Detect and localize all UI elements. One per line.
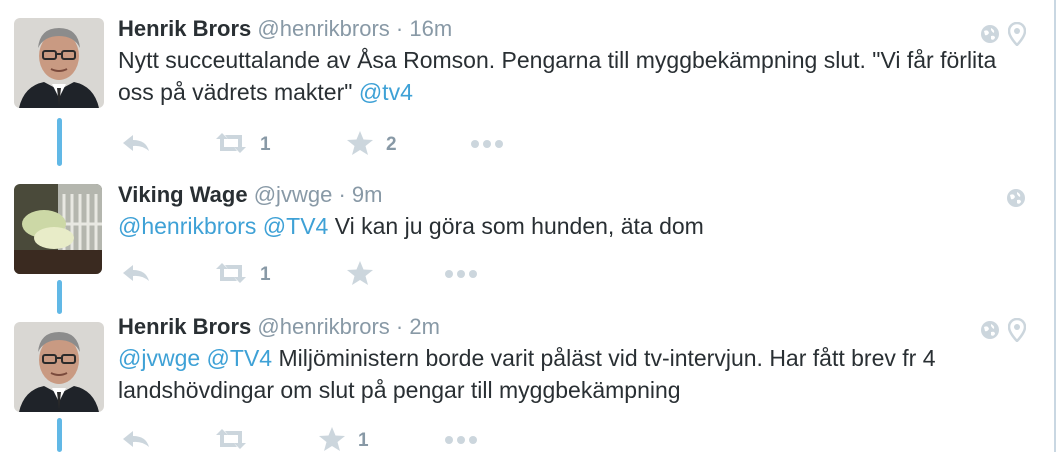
mention-link[interactable]: @TV4 xyxy=(263,213,329,239)
retweet-count: 1 xyxy=(260,134,271,155)
tweet-text: Nytt succeuttalande av Åsa Romson. Penga… xyxy=(118,44,1028,108)
tweet-actions: 1 2 xyxy=(118,130,618,160)
reply-icon xyxy=(120,262,152,289)
reply-icon xyxy=(120,132,152,159)
more-button[interactable] xyxy=(444,260,478,290)
tweet-header: Henrik Brors @henrikbrors · 16m xyxy=(118,16,452,42)
tweet-text: @henrikbrors @TV4 Vi kan ju göra som hun… xyxy=(118,210,1028,242)
mention-link[interactable]: @jvwge xyxy=(118,345,200,371)
author-handle[interactable]: @henrikbrors xyxy=(257,16,389,41)
retweet-button[interactable]: 1 xyxy=(214,130,271,160)
star-icon xyxy=(346,260,374,291)
more-dots-icon xyxy=(444,432,478,450)
mention-link[interactable]: @tv4 xyxy=(359,79,413,105)
favorite-count: 2 xyxy=(386,134,397,155)
tweet-text-segment: Vi kan ju göra som hunden, äta dom xyxy=(328,213,704,239)
timestamp[interactable]: 2m xyxy=(409,314,440,339)
tweet-text-segment: Nytt succeuttalande av Åsa Romson. Penga… xyxy=(118,47,997,105)
tweet-header: Henrik Brors @henrikbrors · 2m xyxy=(118,314,440,340)
author-name[interactable]: Viking Wage xyxy=(118,182,248,207)
mention-link[interactable]: @TV4 xyxy=(207,345,273,371)
conversation-thread: Henrik Brors @henrikbrors · 16m Nytt suc… xyxy=(0,0,1056,452)
more-dots-icon xyxy=(470,136,504,154)
retweet-icon xyxy=(214,132,248,159)
reply-icon xyxy=(120,428,152,455)
avatar[interactable] xyxy=(14,184,102,274)
avatar[interactable] xyxy=(14,322,104,412)
author-handle[interactable]: @jvwge xyxy=(254,182,333,207)
author-name[interactable]: Henrik Brors xyxy=(118,16,251,41)
more-button[interactable] xyxy=(470,130,504,160)
favorite-count: 1 xyxy=(358,430,369,451)
timestamp[interactable]: 16m xyxy=(409,16,452,41)
separator-dot: · xyxy=(395,314,404,339)
star-icon xyxy=(346,130,374,161)
tweet[interactable]: Viking Wage @jvwge · 9m @henrikbrors @TV… xyxy=(0,170,1050,310)
more-dots-icon xyxy=(444,266,478,284)
favorite-button[interactable] xyxy=(346,260,386,290)
retweet-count: 1 xyxy=(260,264,271,285)
reply-button[interactable] xyxy=(120,130,152,160)
retweet-button[interactable]: 1 xyxy=(214,260,271,290)
tweet-text: @jvwge @TV4 Miljöministern borde varit p… xyxy=(118,342,1028,406)
tweet[interactable]: Henrik Brors @henrikbrors · 2m @jvwge @T… xyxy=(0,310,1050,452)
retweet-icon xyxy=(214,262,248,289)
tweet[interactable]: Henrik Brors @henrikbrors · 16m Nytt suc… xyxy=(0,0,1050,170)
author-handle[interactable]: @henrikbrors xyxy=(257,314,389,339)
separator-dot: · xyxy=(338,182,346,207)
author-name[interactable]: Henrik Brors xyxy=(118,314,251,339)
tweet-actions: 1 xyxy=(118,260,618,290)
favorite-button[interactable]: 2 xyxy=(346,130,397,160)
separator-dot: · xyxy=(395,16,404,41)
avatar[interactable] xyxy=(14,18,104,108)
reply-button[interactable] xyxy=(120,260,152,290)
retweet-icon xyxy=(214,428,248,455)
timestamp[interactable]: 9m xyxy=(352,182,383,207)
mention-link[interactable]: @henrikbrors xyxy=(118,213,256,239)
tweet-header: Viking Wage @jvwge · 9m xyxy=(118,182,382,208)
